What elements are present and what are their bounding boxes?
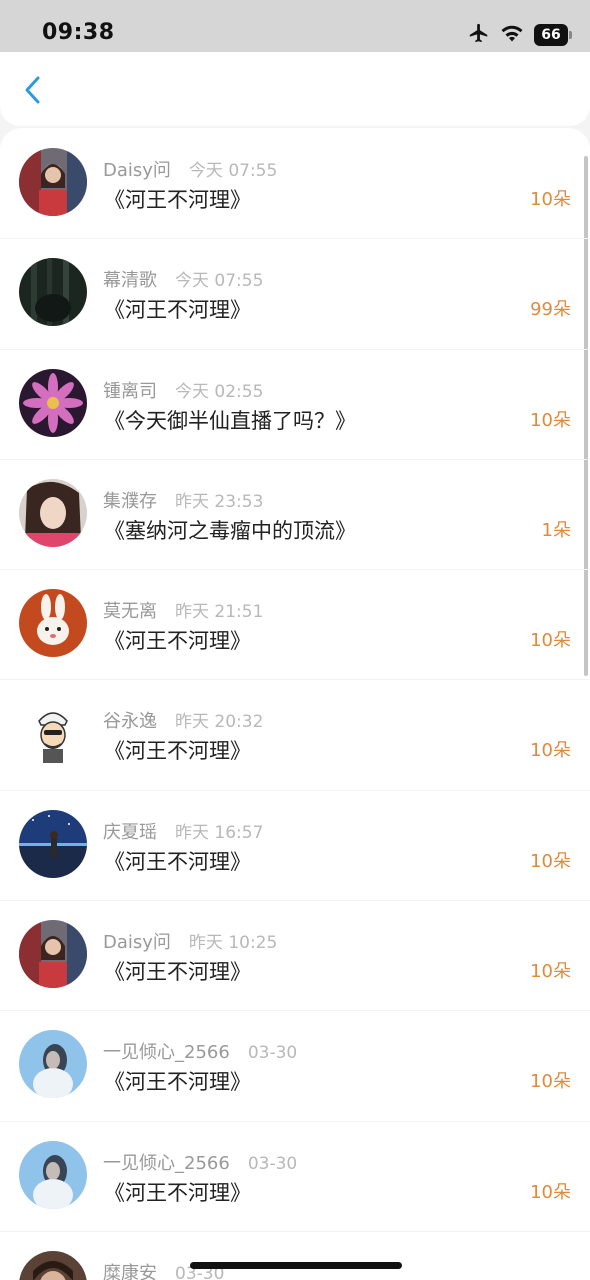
timestamp: 昨天 16:57 bbox=[175, 822, 264, 843]
list-item[interactable]: Daisy问 今天 07:55 《河王不河理》 10朵 bbox=[0, 128, 590, 238]
book-title: 《塞纳河之毒瘤中的顶流》 bbox=[104, 518, 356, 543]
list-item[interactable]: 幕清歌 今天 07:55 《河王不河理》 99朵 bbox=[0, 238, 590, 348]
user-name: 集濮存 昨天 23:53 bbox=[103, 490, 264, 512]
avatar[interactable] bbox=[19, 1250, 87, 1280]
user-name: 莫无离 昨天 21:51 bbox=[103, 601, 264, 623]
avatar[interactable] bbox=[19, 258, 87, 327]
list-item[interactable]: 谷永逸 昨天 20:32 《河王不河理》 10朵 bbox=[0, 679, 590, 789]
book-title: 《河王不河理》 bbox=[104, 188, 251, 212]
timestamp: 昨天 20:32 bbox=[175, 712, 264, 733]
gift-amount: 10朵 bbox=[530, 630, 571, 652]
gift-amount: 10朵 bbox=[530, 1181, 571, 1203]
gift-amount: 10朵 bbox=[530, 1071, 571, 1093]
gift-amount: 10朵 bbox=[530, 961, 571, 983]
timestamp: 今天 07:55 bbox=[175, 271, 264, 292]
list-item[interactable]: 集濮存 昨天 23:53 《塞纳河之毒瘤中的顶流》 1朵 bbox=[0, 458, 590, 569]
back-button[interactable] bbox=[14, 70, 54, 110]
list-item[interactable]: 一见倾心_2566 03-30 《河王不河理》 10朵 bbox=[0, 1120, 590, 1231]
timestamp: 今天 02:55 bbox=[175, 381, 264, 402]
gift-amount: 10朵 bbox=[530, 740, 571, 762]
gift-amount: 10朵 bbox=[530, 409, 571, 431]
book-title: 《河王不河理》 bbox=[104, 960, 251, 985]
chevron-left-icon bbox=[25, 76, 40, 104]
status-time: 09:38 bbox=[42, 20, 115, 45]
book-title: 《河王不河理》 bbox=[104, 1180, 251, 1205]
avatar[interactable] bbox=[19, 478, 87, 547]
battery-icon: 66 bbox=[534, 24, 572, 46]
user-name: 一见倾心_2566 03-30 bbox=[103, 1042, 298, 1064]
list-item[interactable]: 锺离司 今天 02:55 《今天御半仙直播了吗？》 10朵 bbox=[0, 348, 590, 459]
gift-amount: 10朵 bbox=[530, 189, 571, 210]
gift-record-list: Daisy问 今天 07:55 《河王不河理》 10朵 幕清歌 今天 07:55 《… bbox=[0, 128, 590, 1280]
user-name: 锺离司 今天 02:55 bbox=[103, 380, 264, 402]
gift-amount: 10朵 bbox=[530, 850, 571, 872]
airplane-icon bbox=[468, 22, 490, 48]
list-item[interactable]: Daisy问 昨天 10:25 《河王不河理》 10朵 bbox=[0, 900, 590, 1010]
gift-amount: 1朵 bbox=[541, 519, 571, 541]
timestamp: 03-30 bbox=[247, 1153, 298, 1174]
timestamp: 昨天 21:51 bbox=[175, 602, 264, 623]
book-title: 《河王不河理》 bbox=[104, 849, 251, 874]
user-name: 幕清歌 今天 07:55 bbox=[103, 270, 264, 292]
avatar[interactable] bbox=[19, 1030, 87, 1099]
book-title: 《今天御半仙直播了吗？》 bbox=[104, 408, 356, 433]
list-item[interactable]: 糜康安 03-30 bbox=[0, 1230, 590, 1280]
gift-amount: 99朵 bbox=[530, 299, 571, 321]
status-bar: 09:38 66 bbox=[0, 0, 590, 52]
avatar[interactable] bbox=[19, 809, 87, 878]
avatar[interactable] bbox=[19, 589, 87, 658]
wifi-icon bbox=[500, 23, 524, 47]
user-name: 一见倾心_2566 03-30 bbox=[103, 1152, 298, 1174]
avatar[interactable] bbox=[19, 368, 87, 437]
timestamp: 今天 07:55 bbox=[188, 161, 278, 181]
user-name: 庆夏瑶 昨天 16:57 bbox=[103, 821, 264, 843]
home-indicator[interactable] bbox=[190, 1262, 402, 1269]
list-item[interactable]: 莫无离 昨天 21:51 《河王不河理》 10朵 bbox=[0, 569, 590, 679]
timestamp: 03-30 bbox=[247, 1043, 298, 1064]
user-name: Daisy问 今天 07:55 bbox=[103, 160, 278, 181]
status-icons: 66 bbox=[468, 22, 572, 48]
user-name: Daisy问 昨天 10:25 bbox=[103, 932, 278, 954]
book-title: 《河王不河理》 bbox=[104, 298, 251, 323]
avatar[interactable] bbox=[19, 1140, 87, 1209]
timestamp: 昨天 10:25 bbox=[188, 933, 278, 954]
avatar[interactable] bbox=[19, 920, 87, 989]
book-title: 《河王不河理》 bbox=[104, 739, 251, 764]
list-item[interactable]: 庆夏瑶 昨天 16:57 《河王不河理》 10朵 bbox=[0, 789, 590, 900]
avatar[interactable] bbox=[19, 699, 87, 768]
user-name: 谷永逸 昨天 20:32 bbox=[103, 711, 264, 733]
nav-bar bbox=[0, 52, 590, 126]
timestamp: 昨天 23:53 bbox=[175, 491, 264, 512]
list-item[interactable]: 一见倾心_2566 03-30 《河王不河理》 10朵 bbox=[0, 1010, 590, 1120]
book-title: 《河王不河理》 bbox=[104, 629, 251, 654]
avatar[interactable] bbox=[19, 148, 87, 216]
book-title: 《河王不河理》 bbox=[104, 1070, 251, 1095]
